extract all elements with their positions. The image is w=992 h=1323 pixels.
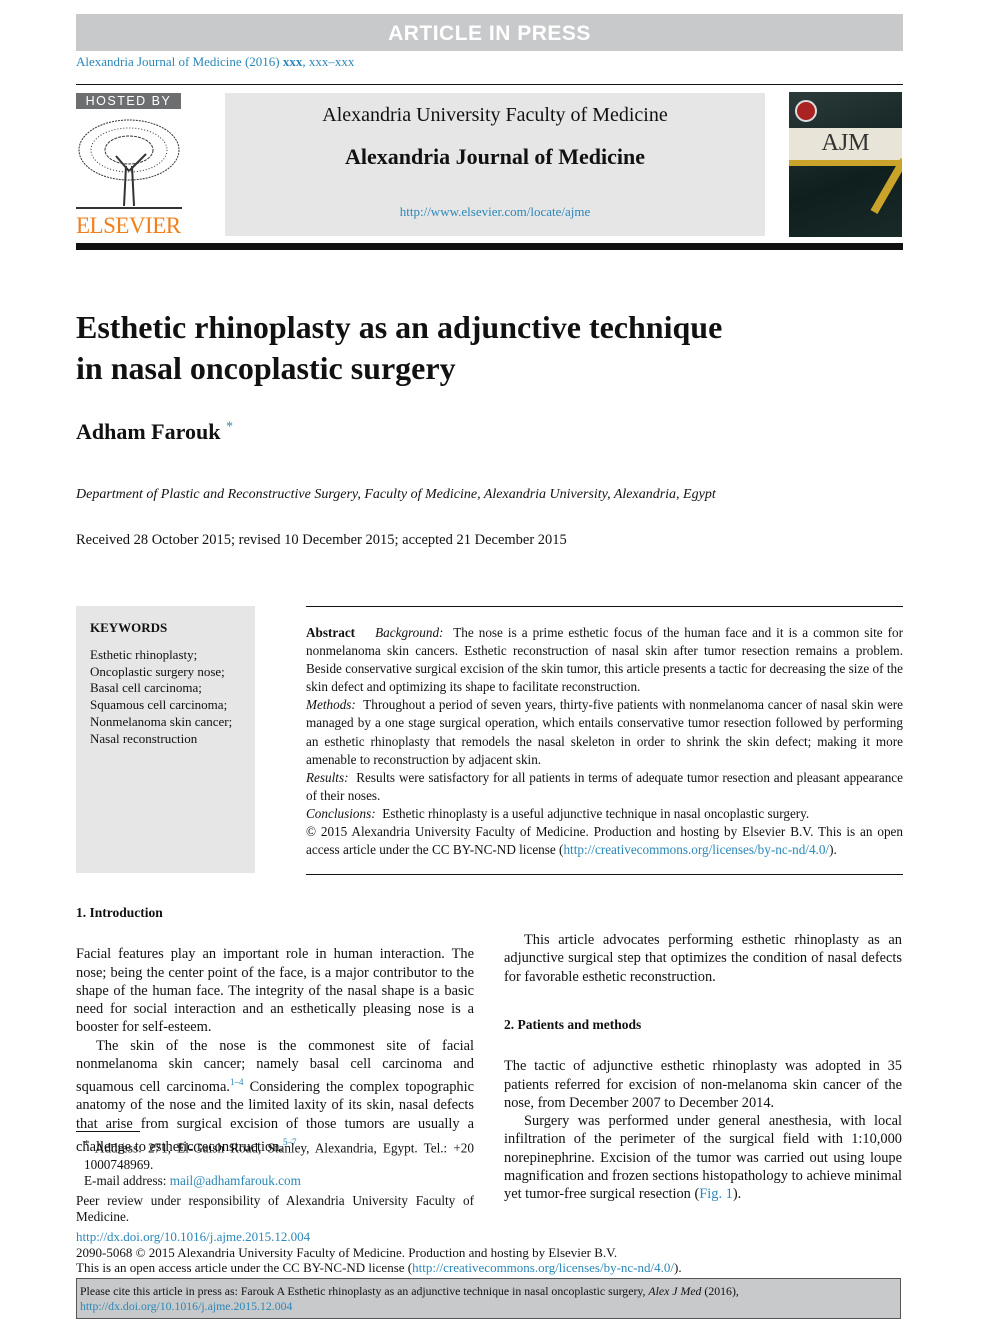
intro-heading: 1. Introduction [76, 905, 163, 920]
license-line: This is an open access article under the… [76, 1260, 682, 1276]
abstract-background: Abstract Background: The nose is a prime… [306, 624, 903, 696]
author-footnote-link[interactable]: * [226, 420, 233, 435]
journal-url-link[interactable]: http://www.elsevier.com/locate/ajme [225, 204, 765, 220]
abstract-methods: Methods: Throughout a period of seven ye… [306, 696, 903, 768]
cite-year: (2016), [701, 1284, 739, 1298]
reference-link[interactable]: 1–4 [230, 1077, 244, 1087]
license-link[interactable]: http://creativecommons.org/licenses/by-n… [412, 1260, 674, 1275]
university-name: Alexandria University Faculty of Medicin… [322, 104, 668, 126]
cite-journal: Alex J Med [648, 1284, 702, 1298]
footnotes: * Address: 271, El-Gaish Road, Stanley, … [76, 1130, 474, 1226]
masthead-thick-rule [76, 243, 903, 250]
email-label: E-mail address: [84, 1173, 170, 1189]
cover-swoosh [870, 158, 902, 214]
peer-review-note: Peer review under responsibility of Alex… [76, 1192, 474, 1225]
methods-paragraph-2: Surgery was performed under general anes… [504, 1112, 902, 1203]
article-in-press-banner: ARTICLE IN PRESS [76, 14, 903, 51]
hosted-by-label: HOSTED BY [76, 93, 181, 109]
keywords-list: Esthetic rhinoplasty; Oncoplastic surger… [90, 647, 232, 747]
cite-doi-link[interactable]: http://dx.doi.org/10.1016/j.ajme.2015.12… [80, 1299, 292, 1313]
journal-cover-image: AJM [789, 92, 902, 237]
title-line-2: in nasal oncoplastic surgery [76, 350, 456, 386]
doi-link[interactable]: http://dx.doi.org/10.1016/j.ajme.2015.12… [76, 1229, 310, 1244]
keywords-box: KEYWORDS Esthetic rhinoplasty; Oncoplast… [76, 606, 255, 873]
keyword-item: Squamous cell carcinoma; [90, 697, 228, 713]
abstract-box: Abstract Background: The nose is a prime… [306, 606, 903, 875]
email-footnote: E-mail address: mail@adhamfarouk.com [76, 1173, 474, 1190]
results-label: Results: [306, 769, 349, 785]
methods-p2-end: ). [732, 1186, 742, 1203]
abstract-copyright: © 2015 Alexandria University Faculty of … [306, 823, 903, 859]
background-label: Background: [375, 625, 444, 640]
methods-paragraph-1: The tactic of adjunctive esthetic rhinop… [504, 1058, 902, 1111]
address-text: Address: 271, El-Gaish Road, Stanley, Al… [84, 1140, 474, 1172]
affiliation: Department of Plastic and Reconstructive… [76, 487, 716, 502]
journal-name: Alexandria Journal of Medicine [344, 144, 646, 169]
conclusions-text: Esthetic rhinoplasty is a useful adjunct… [382, 805, 810, 821]
footnote-mark: * [84, 1138, 90, 1150]
keyword-item: Nonmelanoma skin cancer; [90, 713, 233, 729]
header-rule [76, 84, 903, 85]
address-footnote: * Address: 271, El-Gaish Road, Stanley, … [76, 1130, 474, 1173]
results-text: Results were satisfactory for all patien… [306, 769, 904, 803]
author: Adham Farouk * [76, 419, 233, 445]
left-column: 1. Introduction Facial features play an … [76, 904, 474, 1156]
journal-ref-pages: , xxx–xxx [302, 54, 355, 69]
abstract-label: Abstract [306, 625, 356, 640]
issn-copyright: 2090-5068 © 2015 Alexandria University F… [76, 1244, 618, 1260]
intro-paragraph-1: Facial features play an important role i… [76, 946, 474, 1036]
email-link[interactable]: mail@adhamfarouk.com [170, 1173, 301, 1188]
elsevier-logo-text: ELSEVIER [76, 213, 181, 238]
methods-heading: 2. Patients and methods [504, 1017, 642, 1032]
license-link[interactable]: http://creativecommons.org/licenses/by-n… [563, 842, 829, 857]
abstract-text: Abstract Background: The nose is a prime… [306, 624, 903, 859]
page: ARTICLE IN PRESS Alexandria Journal of M… [0, 0, 992, 1323]
article-dates: Received 28 October 2015; revised 10 Dec… [76, 532, 567, 548]
elsevier-tree-logo [76, 119, 182, 209]
intro-paragraph-3: This article advocates performing esthet… [504, 932, 902, 985]
journal-reference[interactable]: Alexandria Journal of Medicine (2016) xx… [76, 54, 354, 70]
keyword-item: Nasal reconstruction [90, 730, 198, 746]
copyright-end: ). [829, 842, 837, 858]
cover-seal-icon [795, 100, 817, 122]
keywords-heading: KEYWORDS [90, 620, 168, 635]
cite-this-article-box: Please cite this article in press as: Fa… [76, 1278, 901, 1319]
author-name: Adham Farouk [76, 419, 221, 444]
right-column: This article advocates performing esthet… [504, 932, 902, 1204]
article-footer: http://dx.doi.org/10.1016/j.ajme.2015.12… [76, 1229, 682, 1276]
conclusions-label: Conclusions: [306, 805, 376, 821]
keyword-item: Esthetic rhinoplasty; [90, 647, 198, 662]
title-line-1: Esthetic rhinoplasty as an adjunctive te… [76, 309, 723, 345]
figure-link[interactable]: Fig. 1 [699, 1186, 733, 1202]
cite-text: Please cite this article in press as: Fa… [80, 1284, 649, 1298]
article-title: Esthetic rhinoplasty as an adjunctive te… [76, 307, 722, 389]
methods-label: Methods: [306, 697, 356, 713]
journal-ref-volume: xxx [282, 54, 303, 69]
journal-masthead: Alexandria University Faculty of Medicin… [225, 93, 765, 236]
license-suffix: ). [673, 1260, 682, 1275]
keyword-item: Oncoplastic surgery nose; [90, 663, 225, 679]
abstract-conclusions: Conclusions: Esthetic rhinoplasty is a u… [306, 805, 903, 823]
methods-text: Throughout a period of seven years, thir… [306, 697, 903, 767]
license-prefix: This is an open access article under the… [76, 1260, 413, 1275]
keyword-item: Basal cell carcinoma; [90, 680, 202, 696]
journal-ref-prefix: Alexandria Journal of Medicine (2016) [76, 54, 283, 69]
cover-stripe [789, 160, 902, 166]
cover-logo-text: AJM [821, 130, 870, 156]
abstract-results: Results: Results were satisfactory for a… [306, 769, 903, 805]
